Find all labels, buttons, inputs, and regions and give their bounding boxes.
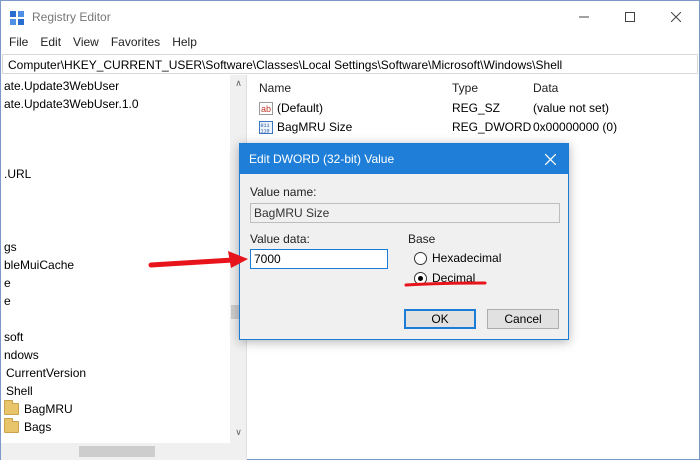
svg-text:ab: ab — [261, 104, 271, 114]
address-bar[interactable]: Computer\HKEY_CURRENT_USER\Software\Clas… — [2, 54, 698, 74]
menu-bar: File Edit View Favorites Help — [1, 33, 699, 53]
title-bar: Registry Editor — [1, 1, 699, 33]
tree-item-label: e — [4, 276, 11, 290]
tree-item-bagmru[interactable]: BagMRU — [4, 400, 73, 418]
menu-favorites[interactable]: Favorites — [105, 33, 166, 53]
registry-editor-icon — [10, 11, 24, 25]
value-type: REG_SZ — [452, 101, 501, 115]
tree-item-label: Shell — [6, 384, 33, 398]
tree-item-label: ndows — [4, 348, 39, 362]
tree-item[interactable]: e — [4, 292, 11, 310]
tree-item-bags[interactable]: Bags — [4, 418, 51, 436]
tree-item[interactable]: ndows — [4, 346, 39, 364]
radio-decimal-label: Decimal — [432, 271, 476, 285]
radio-hexadecimal-label: Hexadecimal — [432, 251, 502, 265]
tree-item[interactable]: gs — [4, 238, 17, 256]
tree-horizontal-scroll-thumb[interactable] — [79, 446, 155, 457]
tree-item-label: bleMuiCache — [4, 258, 75, 272]
svg-text:110: 110 — [261, 128, 270, 134]
tree-item-label: gs — [4, 240, 17, 254]
registry-editor-window: Registry Editor File Edit View Favorites… — [0, 0, 700, 460]
radio-decimal-circle[interactable] — [414, 271, 427, 285]
tree-item[interactable]: .URL — [4, 165, 31, 183]
menu-view[interactable]: View — [67, 33, 105, 53]
radio-decimal[interactable]: Decimal — [414, 270, 475, 286]
tree-horizontal-scrollbar[interactable] — [1, 443, 246, 460]
row-name-cell: 011 110 BagMRU Size — [259, 120, 352, 134]
value-data-label: Value data: — [250, 232, 310, 246]
minimize-icon — [579, 16, 589, 18]
value-data-input[interactable] — [250, 249, 388, 269]
tree-item-label: Bags — [24, 420, 52, 434]
scroll-up-icon[interactable]: ∧ — [230, 75, 246, 92]
dialog-close-button[interactable] — [540, 150, 560, 168]
tree-item-label: soft — [4, 330, 24, 344]
edit-dword-dialog: Edit DWORD (32-bit) Value Value name: Ba… — [239, 143, 569, 340]
cancel-button[interactable]: Cancel — [487, 309, 559, 329]
key-tree-pane: ate.Update3WebUser ate.Update3WebUser.1.… — [1, 75, 247, 460]
ok-button[interactable]: OK — [404, 309, 476, 329]
row-name-cell: ab (Default) — [259, 101, 323, 115]
radio-hexadecimal[interactable]: Hexadecimal — [414, 250, 501, 266]
tree-item-shell[interactable]: Shell — [6, 382, 33, 400]
column-header-type[interactable]: Type — [452, 81, 478, 95]
value-data: 0x00000000 (0) — [533, 120, 618, 134]
table-row[interactable]: 011 110 BagMRU Size REG_DWORD 0x00000000… — [251, 118, 699, 137]
tree-item[interactable]: bleMuiCache — [4, 256, 74, 274]
radio-hexadecimal-circle[interactable] — [414, 251, 427, 265]
value-name: BagMRU Size — [277, 120, 353, 134]
dialog-title: Edit DWORD (32-bit) Value — [249, 152, 395, 166]
menu-file[interactable]: File — [3, 33, 34, 53]
tree-item-label: ate.Update3WebUser.1.0 — [4, 97, 139, 111]
maximize-button[interactable] — [607, 1, 653, 33]
tree-item-label: e — [4, 294, 11, 308]
dialog-title-bar: Edit DWORD (32-bit) Value — [240, 144, 568, 174]
folder-icon — [4, 400, 19, 415]
value-data: (value not set) — [533, 101, 610, 115]
tree-item-label: BagMRU — [24, 402, 73, 416]
close-icon — [544, 153, 556, 165]
window-title: Registry Editor — [32, 10, 111, 24]
table-row[interactable]: ab (Default) REG_SZ (value not set) — [251, 99, 699, 118]
scroll-down-icon[interactable]: ∨ — [230, 424, 246, 441]
list-header: Name Type Data — [251, 75, 699, 99]
base-group-label: Base — [408, 232, 436, 246]
column-header-name[interactable]: Name — [259, 81, 291, 95]
tree-item[interactable]: ate.Update3WebUser.1.0 — [4, 95, 139, 113]
value-name-field: BagMRU Size — [250, 203, 560, 223]
value-name-label: Value name: — [250, 185, 317, 199]
minimize-button[interactable] — [561, 1, 607, 33]
tree-item[interactable]: CurrentVersion — [6, 364, 86, 382]
binary-value-icon: 011 110 — [259, 120, 273, 134]
folder-icon — [4, 418, 19, 433]
close-button[interactable] — [653, 1, 699, 33]
tree-item-label: CurrentVersion — [6, 366, 87, 380]
tree-item[interactable]: ate.Update3WebUser — [4, 77, 119, 95]
value-name: (Default) — [277, 101, 324, 115]
maximize-icon — [625, 12, 635, 22]
column-header-data[interactable]: Data — [533, 81, 558, 95]
menu-edit[interactable]: Edit — [34, 33, 67, 53]
tree-item[interactable]: soft — [4, 328, 23, 346]
value-type: REG_DWORD — [452, 120, 532, 134]
close-icon — [671, 12, 681, 22]
tree-item[interactable]: e — [4, 274, 11, 292]
menu-help[interactable]: Help — [166, 33, 203, 53]
tree-item-label: .URL — [4, 167, 32, 181]
tree-item-label: ate.Update3WebUser — [4, 79, 120, 93]
string-value-icon: ab — [259, 101, 273, 115]
